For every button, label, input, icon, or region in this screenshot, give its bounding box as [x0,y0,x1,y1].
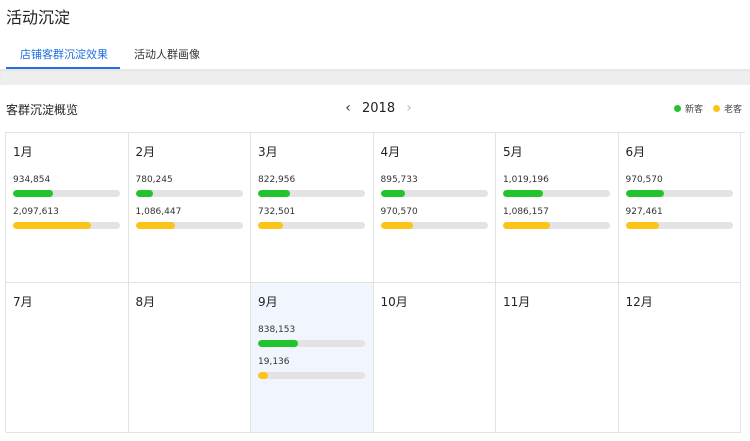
month-cell[interactable]: 2月 780,245 1,086,447 [128,133,251,283]
section-title: 客群沉淀概览 [6,103,79,117]
returning-customer-value: 2,097,613 [13,207,59,217]
returning-customer-value: 970,570 [380,207,418,217]
month-cell[interactable]: 12月 [618,283,741,433]
returning-customer-bar [380,222,413,229]
legend-item-new-customers: 新客 [673,102,703,115]
month-label: 3月 [258,145,278,159]
returning-customer-value: 927,461 [625,207,663,217]
legend-item-returning-customers: 老客 [712,102,742,115]
month-label: 1月 [13,145,33,159]
page-title: 活动沉淀 [6,8,71,27]
new-customer-bar [13,190,53,197]
returning-customer-value: 1,086,447 [135,207,182,217]
bar-track [380,222,488,229]
year-label: 2018 [362,100,396,116]
month-cell[interactable]: 7月 [6,283,129,433]
month-cell[interactable]: 11月 [496,283,619,433]
bar-track [135,222,243,229]
returning-customer-bar [258,222,283,229]
chevron-right-icon[interactable]: › [401,99,417,117]
returning-customer-bar [503,222,551,229]
month-grid: 1月 934,854 2,097,613 2月 780,245 1,086,447 3月 82… [5,132,745,433]
bar-track [258,222,365,229]
legend-dot-icon [673,105,681,112]
month-cell[interactable]: 10月 [373,283,496,433]
bar-track [13,190,120,197]
month-label: 2月 [135,145,156,159]
month-label: 6月 [625,145,646,159]
legend-label: 新客 [684,105,703,115]
year-navigator: ‹ 2018 › [340,99,417,117]
legend: 新客 老客 [664,102,742,115]
month-label: 11月 [503,295,531,309]
returning-customer-bar [135,222,176,229]
returning-customer-value: 732,501 [258,207,296,217]
month-label: 7月 [13,295,33,309]
new-customer-value: 895,733 [380,175,418,185]
returning-customer-bar [258,372,268,379]
returning-customer-value: 19,136 [258,357,290,367]
month-label: 12月 [625,295,653,309]
month-cell[interactable]: 5月 1,019,196 1,086,157 [496,133,619,283]
month-cell[interactable]: 6月 970,570 927,461 [618,133,741,283]
returning-customer-value: 1,086,157 [503,207,549,217]
new-customer-value: 838,153 [258,325,296,335]
chevron-left-icon[interactable]: ‹ [340,99,356,117]
tab-activity-audience-profile[interactable]: 活动人群画像 [134,44,200,70]
new-customer-bar [380,190,406,197]
bar-track [258,372,365,379]
bar-track [13,222,120,229]
bar-track [135,190,243,197]
new-customer-value: 970,570 [625,175,663,185]
bar-track [258,190,365,197]
returning-customer-bar [13,222,92,229]
month-label: 9月 [258,295,278,309]
new-customer-value: 780,245 [135,175,173,185]
month-cell[interactable]: 1月 934,854 2,097,613 [6,133,129,283]
new-customer-bar [135,190,153,197]
new-customer-value: 934,854 [13,175,51,185]
month-label: 8月 [135,295,156,309]
bar-track [380,190,488,197]
new-customer-value: 822,956 [258,175,296,185]
bar-track [503,222,610,229]
new-customer-bar [625,190,665,197]
tab-bar: 店铺客群沉淀效果 活动人群画像 [0,44,750,70]
bar-track [258,340,365,347]
legend-label: 老客 [723,105,742,115]
month-label: 4月 [380,145,401,159]
month-label: 5月 [503,145,523,159]
month-cell[interactable]: 3月 822,956 732,501 [251,133,374,283]
month-label: 10月 [380,295,408,309]
month-cell[interactable]: 8月 [128,283,251,433]
returning-customer-bar [625,222,659,229]
bar-track [503,190,610,197]
new-customer-bar [258,340,298,347]
section-divider [0,69,750,85]
month-cell[interactable]: 4月 895,733 970,570 [373,133,496,283]
new-customer-bar [503,190,543,197]
month-cell[interactable]: 9月 838,153 19,136 [251,283,374,433]
new-customer-bar [258,190,291,197]
legend-dot-icon [712,105,720,112]
bar-track [625,222,733,229]
bar-track [625,190,733,197]
new-customer-value: 1,019,196 [503,175,549,185]
